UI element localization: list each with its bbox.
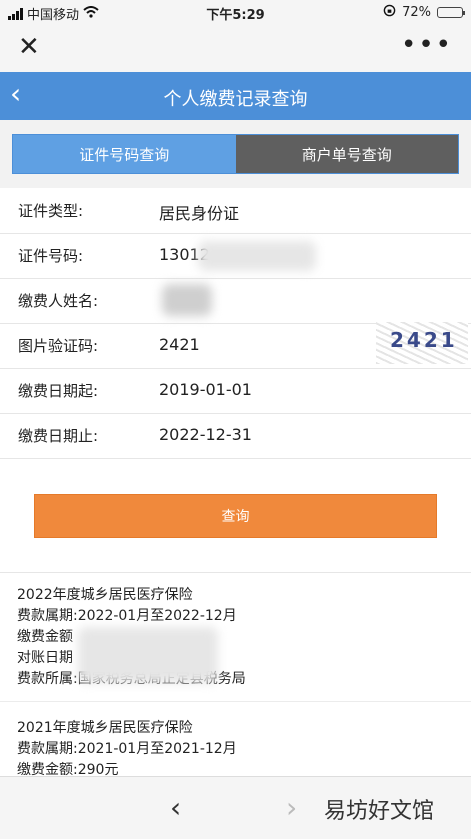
battery-icon [437, 7, 465, 18]
webview-header: ✕ ••• [0, 24, 471, 72]
more-icon[interactable]: ••• [401, 30, 453, 60]
date-end-row: 缴费日期止: 2022-12-31 [0, 413, 471, 459]
date-end-field[interactable]: 2022-12-31 [159, 425, 252, 444]
record-title: 2021年度城乡居民医疗保险 [17, 720, 193, 736]
record-title: 2022年度城乡居民医疗保险 [17, 587, 193, 603]
query-button[interactable]: 查询 [34, 494, 437, 538]
date-start-row: 缴费日期起: 2019-01-01 [0, 368, 471, 414]
payer-name-label: 缴费人姓名: [18, 292, 99, 310]
query-mode-tabs: 证件号码查询 商户单号查询 [12, 134, 459, 174]
captcha-label: 图片验证码: [18, 337, 99, 355]
status-right: 72% [383, 4, 465, 21]
tab-id-number[interactable]: 证件号码查询 [13, 135, 236, 173]
redacted-id [198, 241, 316, 271]
date-start-field[interactable]: 2019-01-01 [159, 380, 252, 399]
tab-merchant-order[interactable]: 商户单号查询 [235, 135, 458, 173]
nav-forward-icon[interactable]: › [286, 791, 297, 824]
id-type-row[interactable]: 证件类型: 居民身份证 [0, 188, 471, 234]
title-bar: ‹ 个人缴费记录查询 [0, 72, 471, 120]
record-divider [0, 701, 471, 702]
bottom-nav-bar: ‹ › 易坊好文馆 [0, 776, 471, 839]
payer-name-row: 缴费人姓名: [0, 278, 471, 324]
id-number-row: 证件号码: 13012 [0, 233, 471, 279]
battery-text: 72% [402, 5, 431, 20]
record-period: 费款属期:2021-01月至2021-12月 [17, 741, 237, 757]
rotation-lock-icon [383, 4, 396, 21]
date-end-label: 缴费日期止: [18, 427, 99, 445]
page-title: 个人缴费记录查询 [163, 89, 308, 110]
close-icon[interactable]: ✕ [18, 34, 40, 60]
captcha-code: 2421 [390, 328, 458, 352]
status-bar: 中国移动 下午5:29 72% [0, 0, 471, 24]
captcha-field[interactable]: 2421 [159, 335, 200, 354]
redacted-name [162, 284, 212, 316]
watermark: 易坊好文馆 [324, 799, 435, 824]
id-type-select[interactable]: 居民身份证 [159, 200, 239, 224]
tabs-container: 证件号码查询 商户单号查询 [0, 120, 471, 188]
nav-back-icon[interactable]: ‹ [170, 791, 181, 824]
date-start-label: 缴费日期起: [18, 382, 99, 400]
record-period: 费款属期:2022-01月至2022-12月 [17, 608, 237, 624]
id-number-label: 证件号码: [18, 247, 84, 265]
redacted-record-details [78, 627, 218, 683]
captcha-image[interactable]: 2421 [376, 322, 468, 364]
results-list: 2022年度城乡居民医疗保险 费款属期:2022-01月至2022-12月 缴费… [0, 572, 471, 777]
record-amount: 缴费金额:290元 [17, 762, 119, 777]
id-type-label: 证件类型: [18, 202, 84, 220]
record-item: 2021年度城乡居民医疗保险 费款属期:2021-01月至2021-12月 缴费… [17, 718, 237, 777]
